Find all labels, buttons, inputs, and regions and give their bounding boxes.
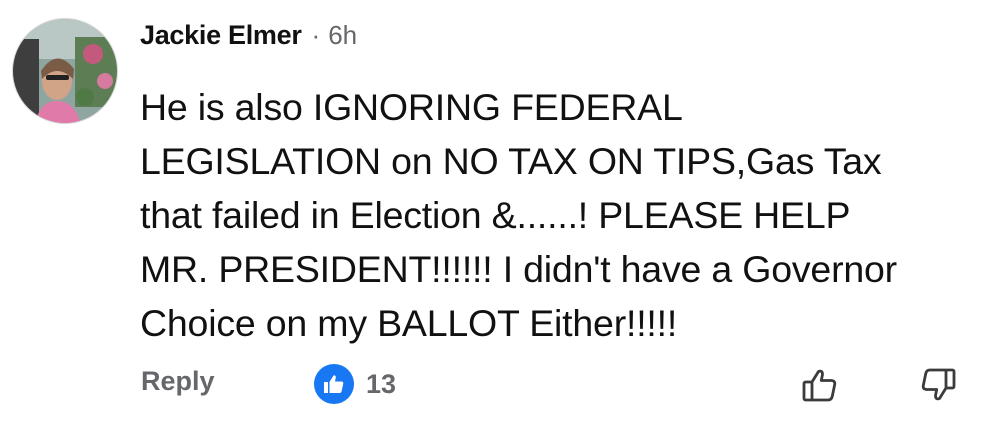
reply-button[interactable]: Reply	[141, 366, 215, 397]
comment-actions: Reply 13	[0, 360, 1002, 410]
comment-line: LEGISLATION on NO TAX ON TIPS,Gas Tax	[140, 140, 882, 182]
comment: Jackie Elmer · 6h He is also IGNORING FE…	[0, 0, 1002, 425]
thumbs-up-outline-icon	[802, 369, 837, 402]
comment-line: that failed in Election &......! PLEASE …	[140, 194, 851, 236]
upvote-button[interactable]	[796, 362, 844, 408]
reaction-summary[interactable]: 13	[314, 364, 396, 404]
author-name[interactable]: Jackie Elmer	[140, 20, 302, 51]
thumbs-down-outline-icon	[921, 368, 956, 401]
timestamp[interactable]: 6h	[328, 20, 357, 51]
avatar[interactable]	[12, 18, 118, 124]
comment-header: Jackie Elmer · 6h	[140, 20, 357, 51]
comment-line: He is also IGNORING FEDERAL	[140, 86, 683, 128]
avatar-photo-icon	[13, 19, 117, 123]
comment-body: He is also IGNORING FEDERAL LEGISLATION …	[140, 80, 995, 350]
comment-line: MR. PRESIDENT!!!!!! I didn't have a Gove…	[140, 248, 897, 290]
comment-line: Choice on my BALLOT Either!!!!!	[140, 302, 678, 344]
reaction-count: 13	[366, 368, 397, 399]
downvote-button[interactable]	[914, 362, 962, 408]
separator-dot: ·	[311, 20, 321, 50]
like-icon	[314, 364, 354, 404]
